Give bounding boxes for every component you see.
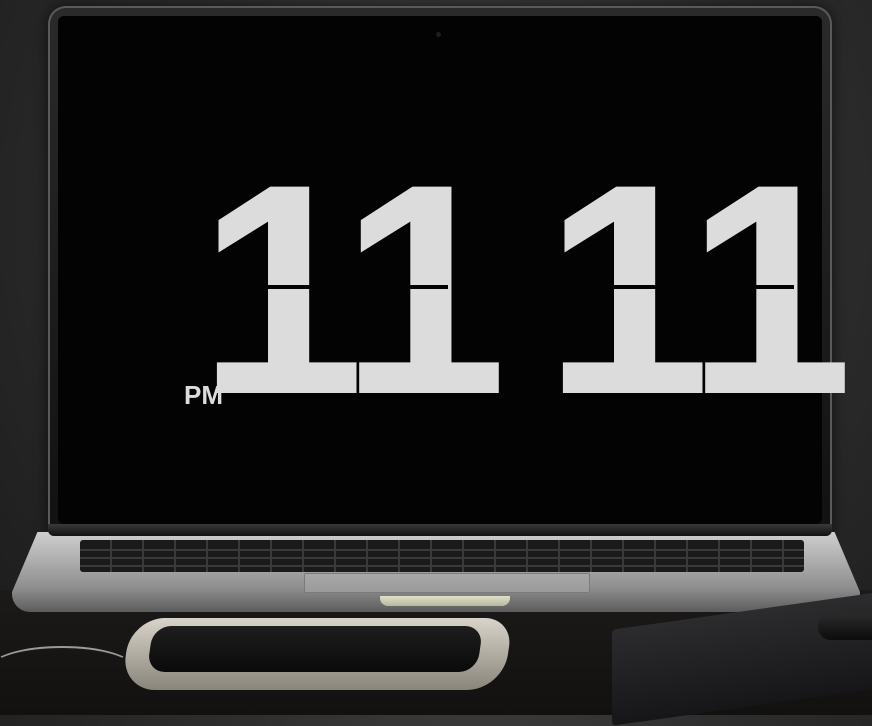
keyboard-row-divider (80, 557, 804, 559)
laptop-screen: 11 11 PM (58, 16, 853, 524)
pen (818, 614, 872, 640)
laptop-trackpad (304, 573, 590, 593)
clock-minutes: 11 (544, 139, 853, 439)
laptop-hinge (48, 524, 832, 536)
lid-opening-notch (380, 596, 510, 606)
flip-clock: 11 11 PM (58, 16, 853, 524)
webcam (436, 32, 441, 37)
clock-period: PM (184, 380, 223, 410)
flip-divider (198, 285, 448, 289)
laptop-keyboard (80, 540, 804, 572)
clock-minutes-text: 11 (544, 121, 853, 457)
flip-divider (544, 285, 794, 289)
keyboard-row-divider (80, 565, 804, 567)
desk-scene: 11 11 PM (0, 0, 872, 726)
smartphone-screen (146, 626, 484, 672)
clock-hours-text: 11 (198, 121, 507, 457)
keyboard-row-divider (80, 549, 804, 551)
clock-hours: 11 (198, 139, 507, 439)
